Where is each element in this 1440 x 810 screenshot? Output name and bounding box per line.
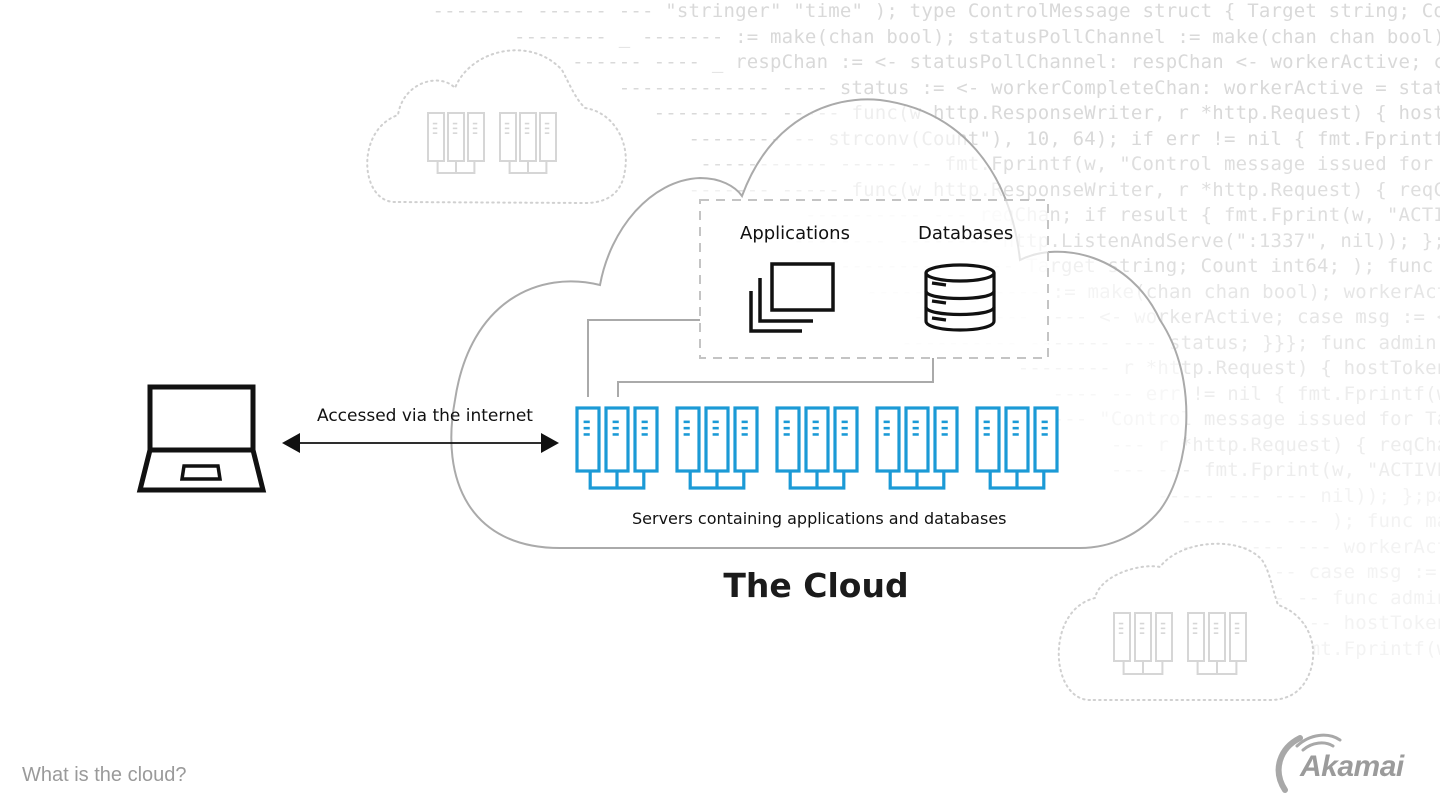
- server-rack-icon: [933, 406, 959, 473]
- server-rack-icon: [1229, 612, 1247, 662]
- server-rack-icon: [1113, 612, 1131, 662]
- server-group: [775, 406, 859, 490]
- server-rack-icon: [447, 112, 465, 162]
- server-rack-icon: [804, 406, 830, 473]
- server-rack-icon: [675, 406, 701, 473]
- server-group: [575, 406, 659, 490]
- server-rack-icon: [775, 406, 801, 473]
- server-rack-icon: [833, 406, 859, 473]
- akamai-logo: Akamai: [1272, 732, 1422, 792]
- server-rack-icon: [875, 406, 901, 473]
- akamai-wordmark: Akamai: [1300, 750, 1404, 783]
- cloud-diagram: [136, 49, 1342, 793]
- server-rack-icon: [975, 406, 1001, 473]
- server-group: [1187, 612, 1247, 675]
- laptop-icon: [136, 384, 267, 493]
- server-rack-icon: [633, 406, 659, 473]
- server-rack-icon: [604, 406, 630, 473]
- server-rack-icon: [467, 112, 485, 162]
- server-rack-icon: [1134, 612, 1152, 662]
- servers-label: Servers containing applications and data…: [632, 509, 1007, 528]
- server-rack-icon: [539, 112, 557, 162]
- applications-label: Applications: [740, 223, 850, 244]
- server-rack-icon: [733, 406, 759, 473]
- server-rack-icon: [1187, 612, 1205, 662]
- server-rack-icon: [704, 406, 730, 473]
- server-rack-icon: [499, 112, 517, 162]
- faded-cloud-top-left: [366, 49, 627, 205]
- server-group: [875, 406, 959, 490]
- cloud-title: The Cloud: [723, 566, 909, 605]
- server-group: [675, 406, 759, 490]
- connection-label: Accessed via the internet: [317, 406, 533, 426]
- server-rack-icon: [1208, 612, 1226, 662]
- database-cylinder-icon: [924, 263, 996, 332]
- footer-caption: What is the cloud?: [22, 764, 187, 786]
- databases-label: Databases: [918, 223, 1014, 244]
- server-rack-icon: [904, 406, 930, 473]
- server-rack-icon: [1155, 612, 1173, 662]
- server-rack-icon: [1004, 406, 1030, 473]
- server-rack-icon: [519, 112, 537, 162]
- server-rack-icon: [427, 112, 445, 162]
- server-rack-icon: [575, 406, 601, 473]
- server-group: [975, 406, 1059, 490]
- server-group: [1113, 612, 1173, 675]
- server-rack-icon: [1033, 406, 1059, 473]
